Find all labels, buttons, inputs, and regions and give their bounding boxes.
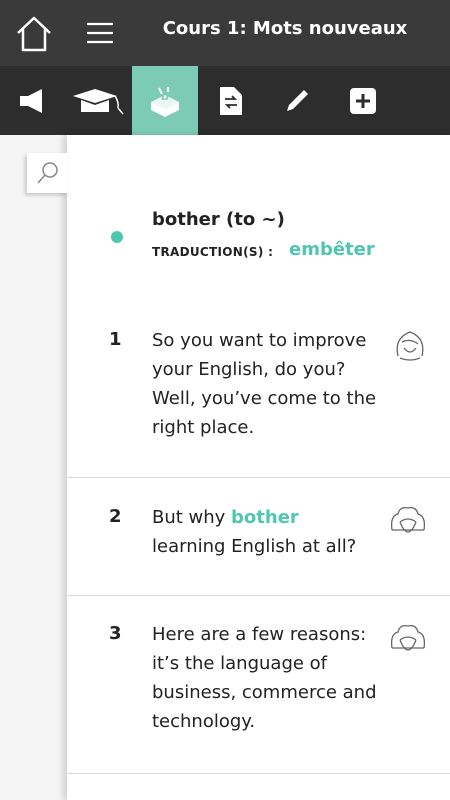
tab-add[interactable]	[330, 66, 396, 135]
document-arrows-icon	[220, 86, 242, 115]
highlighted-word: bother	[231, 507, 299, 528]
lesson-toolbar: b	[0, 66, 450, 135]
sentence-row[interactable]: 1 So you want to improve your English, d…	[67, 310, 450, 478]
male-speaker-icon[interactable]	[388, 622, 428, 658]
search-icon	[36, 162, 58, 184]
top-bar: Cours 1: Mots nouveaux	[0, 0, 450, 66]
bullet-dot	[111, 231, 123, 243]
female-speaker-icon[interactable]	[392, 328, 428, 366]
male-speaker-icon[interactable]	[388, 504, 428, 540]
sentence-number: 2	[109, 506, 122, 527]
plus-square-icon	[350, 87, 376, 114]
sentence-number: 1	[109, 329, 122, 350]
word-title: bother (to ~)	[152, 209, 285, 230]
sentence-row[interactable]: 2 But why bother learning English at all…	[67, 478, 450, 596]
page-title: Cours 1: Mots nouveaux	[162, 18, 408, 39]
pencil-icon	[287, 89, 308, 111]
tab-translation[interactable]	[198, 66, 264, 135]
sentence-row[interactable]: 3 Here are a few reasons: it’s the langu…	[67, 596, 450, 774]
hamburger-menu-icon[interactable]	[84, 18, 116, 48]
content-area: bother (to ~) TRADUCTION(S) : embêter 1 …	[0, 135, 450, 800]
speaker-icon	[20, 88, 42, 113]
sentence-text: So you want to improve your English, do …	[152, 330, 377, 438]
sentence-number: 3	[109, 623, 122, 644]
translation-label: TRADUCTION(S) :	[152, 245, 274, 259]
sentence-text: Here are a few reasons: it’s the languag…	[152, 624, 377, 732]
tab-notes[interactable]	[264, 66, 330, 135]
search-button[interactable]	[27, 153, 68, 193]
home-icon[interactable]	[14, 14, 54, 54]
word-entry: bother (to ~) TRADUCTION(S) : embêter	[67, 205, 450, 275]
graduation-cap-icon	[73, 88, 124, 114]
vocabulary-box-icon: b	[151, 86, 179, 117]
sentence-text: But why bother learning English at all?	[152, 507, 357, 557]
translation-value[interactable]: embêter	[289, 239, 375, 260]
tab-vocabulary[interactable]: b	[132, 66, 198, 135]
tab-audio[interactable]	[0, 66, 66, 135]
tab-lesson[interactable]	[66, 66, 132, 135]
vocabulary-panel[interactable]: bother (to ~) TRADUCTION(S) : embêter 1 …	[67, 135, 450, 800]
